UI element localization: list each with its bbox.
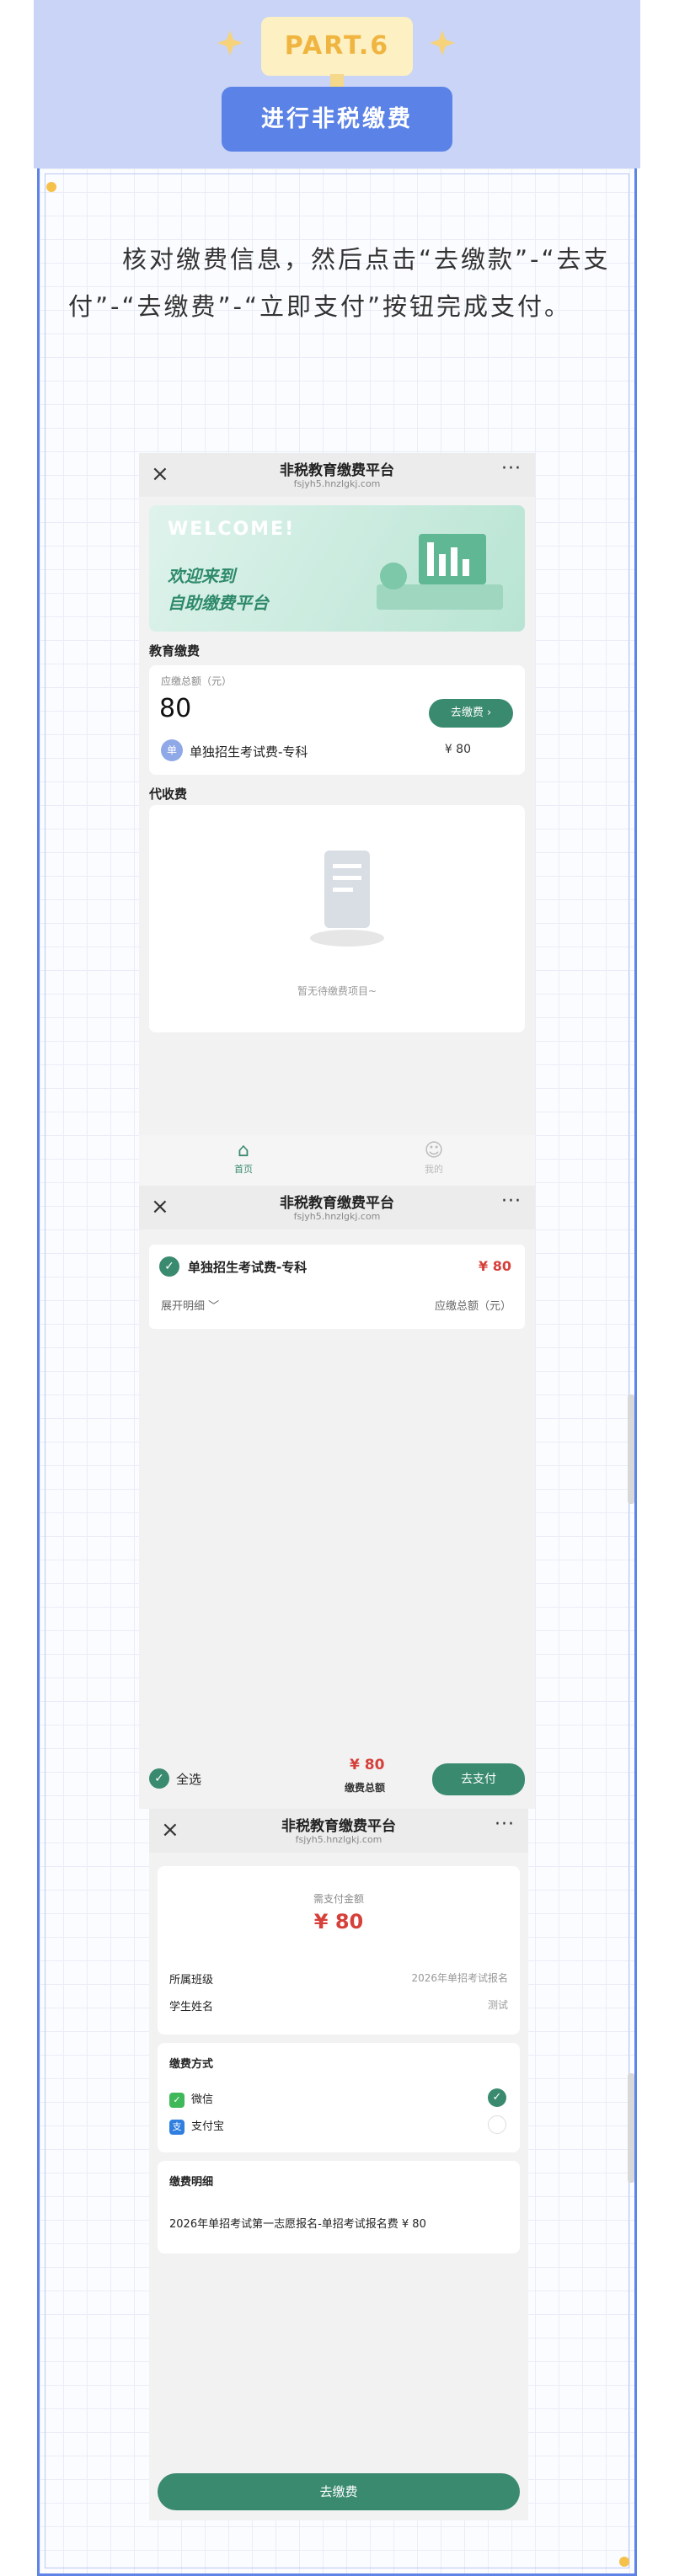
alipay-icon: 支	[169, 2120, 185, 2135]
empty-text: 暂无待缴费项目~	[297, 985, 377, 997]
scroll-indicator	[628, 2073, 634, 2183]
tab-home-label: 首页	[234, 1164, 253, 1175]
select-all-check-icon[interactable]: ✓	[149, 1768, 169, 1789]
nav-subtitle: fsjyh5.hnzlgkj.com	[295, 1834, 382, 1845]
nav-bar: × 非税教育缴费平台 fsjyh5.hnzlgkj.com ···	[139, 453, 535, 497]
go-checkout-button[interactable]: 去支付	[432, 1763, 525, 1795]
alipay-label: 支付宝	[191, 2120, 225, 2133]
nav-title: 非税教育缴费平台	[280, 1195, 394, 1212]
payment-method-header: 缴费方式	[169, 2058, 214, 2071]
nav-title: 非税教育缴费平台	[280, 462, 394, 479]
pay-bar: ✓ 全选 ¥ 80 缴费总额 去支付	[139, 1752, 535, 1809]
submit-payment-button[interactable]: 去缴费	[158, 2473, 520, 2510]
payment-method-card: 缴费方式 ✓ 微信 ✓ 支支付宝	[158, 2043, 520, 2152]
total-label: 应缴总额（元）	[434, 1300, 511, 1313]
class-row: 所属班级 2026年单招考试报名	[169, 1971, 508, 1987]
order-item-name: 单独招生考试费-专科	[188, 1260, 308, 1275]
select-all-label[interactable]: 全选	[176, 1770, 201, 1788]
home-icon: ⌂	[238, 1140, 249, 1161]
screenshot-payment: × 非税教育缴费平台 fsjyh5.hnzlgkj.com ··· 需支付金额 …	[149, 1809, 528, 2520]
student-row: 学生姓名 测试	[169, 1997, 508, 2013]
student-label: 学生姓名	[169, 2001, 214, 2013]
tab-me-label: 我的	[425, 1164, 443, 1175]
sum-label: 缴费总额	[345, 1782, 386, 1794]
banner-line-1: 欢迎来到	[168, 566, 235, 586]
tab-bar: ⌂ 首页 ☺ 我的	[139, 1135, 535, 1186]
sparkle-icon-left	[217, 30, 243, 56]
banner-welcome: WELCOME!	[168, 519, 296, 540]
empty-document-icon	[310, 851, 384, 947]
payment-detail-card: 缴费明细 2026年单招考试第一志愿报名-单招考试报名费 ¥ 80	[158, 2161, 520, 2253]
user-icon: ☺	[424, 1140, 444, 1161]
nav-subtitle: fsjyh5.hnzlgkj.com	[293, 1211, 381, 1222]
corner-dot-top	[46, 182, 56, 192]
intro-text: 核对缴费信息，然后点击“去缴款”-“去支付”-“去缴费”-“立即支付”按钮完成支…	[68, 245, 611, 321]
fee-item-icon: 单	[161, 739, 183, 761]
nav-bar: × 非税教育缴费平台 fsjyh5.hnzlgkj.com ···	[149, 1809, 528, 1853]
alipay-option[interactable]: 支支付宝	[169, 2117, 224, 2135]
banner-line-2: 自助缴费平台	[168, 593, 269, 613]
alipay-radio[interactable]	[488, 2115, 506, 2134]
order-item-price: ¥ 80	[479, 1258, 511, 1274]
tab-home[interactable]: ⌂ 首页	[218, 1140, 269, 1176]
screenshot-home: × 非税教育缴费平台 fsjyh5.hnzlgkj.com ··· WELCOM…	[139, 453, 535, 1186]
section-title: 进行非税缴费	[222, 87, 452, 152]
go-pay-button[interactable]: 去缴费 ›	[429, 699, 513, 728]
order-card: ✓ 单独招生考试费-专科 ¥ 80 展开明细 ﹀ 应缴总额（元）	[149, 1245, 525, 1329]
fee-card: 应缴总额（元） 80 去缴费 › 单 单独招生考试费-专科 ¥ 80	[149, 665, 525, 775]
amount-value: ¥ 80	[313, 1910, 364, 1933]
sum-amount: ¥ 80	[350, 1757, 385, 1773]
screenshot-cart: × 非税教育缴费平台 fsjyh5.hnzlgkj.com ··· ✓ 单独招生…	[139, 1186, 535, 1809]
due-amount: 80	[159, 694, 192, 723]
amount-label: 需支付金额	[313, 1893, 364, 1905]
content-frame: 核对缴费信息，然后点击“去缴款”-“去支付”-“去缴费”-“立即支付”按钮完成支…	[37, 168, 637, 2576]
corner-dot-bottom	[619, 2557, 629, 2567]
wechat-icon: ✓	[169, 2093, 185, 2108]
fee-item-name: 单独招生考试费-专科	[190, 744, 308, 760]
payment-detail-header: 缴费明细	[169, 2176, 214, 2189]
nav-bar: × 非税教育缴费平台 fsjyh5.hnzlgkj.com ···	[139, 1186, 535, 1229]
wechat-radio-checked[interactable]: ✓	[488, 2088, 506, 2107]
student-value: 测试	[487, 1999, 508, 2011]
class-value: 2026年单招考试报名	[411, 1972, 508, 1984]
section-edu-fee: 教育缴费	[149, 643, 201, 659]
more-icon[interactable]: ···	[495, 1814, 515, 1835]
banner-illustration	[377, 534, 503, 610]
expand-details-link[interactable]: 展开明细 ﹀	[161, 1297, 219, 1313]
sparkle-icon-right	[430, 30, 455, 56]
more-icon[interactable]: ···	[501, 1191, 522, 1212]
class-label: 所属班级	[169, 1974, 214, 1987]
wechat-label: 微信	[191, 2093, 214, 2106]
wechat-option[interactable]: ✓ 微信	[169, 2090, 213, 2108]
amount-card: 需支付金额 ¥ 80 所属班级 2026年单招考试报名 学生姓名 测试	[158, 1866, 520, 2035]
due-label: 应缴总额（元）	[161, 675, 233, 687]
section-collect-fee: 代收费	[149, 787, 188, 802]
fee-item-price: ¥ 80	[444, 743, 471, 756]
nav-subtitle: fsjyh5.hnzlgkj.com	[293, 478, 381, 489]
empty-card: 暂无待缴费项目~	[149, 805, 525, 1032]
part-badge: PART.6	[261, 17, 413, 76]
nav-title: 非税教育缴费平台	[281, 1818, 396, 1835]
welcome-banner: WELCOME! 欢迎来到 自助缴费平台	[149, 505, 525, 632]
tab-me[interactable]: ☺ 我的	[409, 1140, 459, 1176]
check-icon[interactable]: ✓	[159, 1256, 179, 1277]
more-icon[interactable]: ···	[501, 458, 522, 479]
payment-detail-value: 2026年单招考试第一志愿报名-单招考试报名费 ¥ 80	[169, 2218, 426, 2231]
scroll-indicator	[628, 1395, 634, 1504]
